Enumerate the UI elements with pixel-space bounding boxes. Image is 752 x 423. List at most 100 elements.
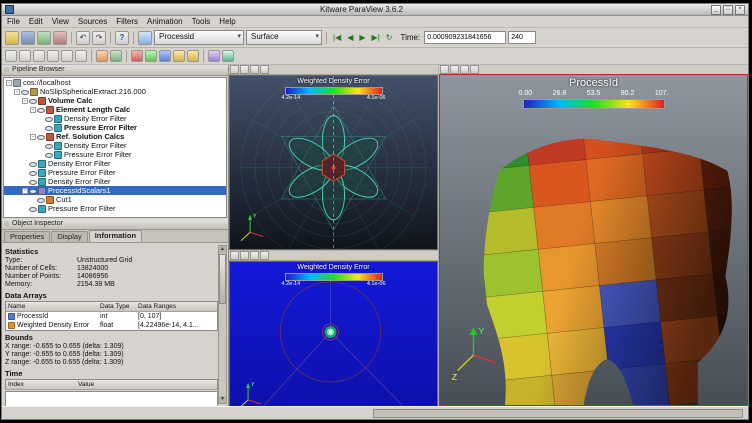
expander-icon[interactable]: - bbox=[22, 98, 28, 104]
menu-help[interactable]: Help bbox=[219, 17, 235, 27]
pipeline-item[interactable]: -NoSlipSphericalExtract.216.000 bbox=[4, 87, 226, 96]
connect-icon[interactable] bbox=[37, 31, 51, 45]
representation-combo[interactable]: Surface bbox=[246, 30, 322, 45]
time-value-input[interactable] bbox=[424, 31, 506, 44]
color-legend-processid[interactable]: ProcessId 0.00 26.8 53.5 80.2 107. bbox=[519, 77, 669, 109]
maximize-button[interactable]: □ bbox=[723, 5, 733, 15]
menu-tools[interactable]: Tools bbox=[192, 17, 211, 27]
visibility-eye-icon[interactable] bbox=[37, 197, 45, 203]
vcr-previous-frame-button[interactable]: ◀ bbox=[345, 31, 355, 45]
visibility-eye-icon[interactable] bbox=[45, 125, 53, 131]
color-legend-bottom[interactable]: Weighted Density Error 4.2e-14 4.1e-06 bbox=[282, 264, 386, 287]
pipeline-item[interactable]: Pressure Error Filter bbox=[4, 123, 226, 132]
time-table-body[interactable] bbox=[5, 391, 218, 406]
close-view-icon[interactable] bbox=[260, 251, 269, 260]
render-view-right-active[interactable]: Y Z ProcessId 0.00 26.8 53.5 80.2 107. bbox=[439, 74, 748, 406]
visibility-eye-icon[interactable] bbox=[45, 116, 53, 122]
visibility-eye-icon[interactable] bbox=[29, 179, 37, 185]
vcr-last-frame-button[interactable]: ▶| bbox=[370, 31, 382, 45]
expander-icon[interactable]: - bbox=[30, 107, 36, 113]
select-surface-cells-icon[interactable] bbox=[5, 50, 17, 62]
split-horizontal-icon[interactable] bbox=[230, 65, 239, 74]
redo-icon[interactable]: ↷ bbox=[92, 31, 106, 45]
visibility-eye-icon[interactable] bbox=[29, 206, 37, 212]
menu-filters[interactable]: Filters bbox=[116, 17, 138, 27]
split-horizontal-icon[interactable] bbox=[440, 65, 449, 74]
split-horizontal-icon[interactable] bbox=[230, 251, 239, 260]
disconnect-icon[interactable] bbox=[53, 31, 67, 45]
expander-icon[interactable]: - bbox=[6, 80, 12, 86]
split-vertical-icon[interactable] bbox=[240, 65, 249, 74]
close-view-icon[interactable] bbox=[260, 65, 269, 74]
visibility-eye-icon[interactable] bbox=[29, 170, 37, 176]
menu-view[interactable]: View bbox=[52, 17, 69, 27]
menu-sources[interactable]: Sources bbox=[78, 17, 107, 27]
split-vertical-icon[interactable] bbox=[240, 251, 249, 260]
pipeline-item[interactable]: Cut1 bbox=[4, 195, 226, 204]
info-scrollbar[interactable]: ▲ ▼ bbox=[218, 245, 227, 404]
zoom-to-data-icon[interactable] bbox=[110, 50, 122, 62]
visibility-eye-icon[interactable] bbox=[45, 143, 53, 149]
pipeline-item[interactable]: Density Error Filter bbox=[4, 141, 226, 150]
render-view-bottom[interactable]: Y Weighted Density Error 4.2e-14 4.1e-06 bbox=[229, 261, 438, 419]
visibility-eye-icon[interactable] bbox=[29, 161, 37, 167]
split-vertical-icon[interactable] bbox=[450, 65, 459, 74]
object-inspector-header[interactable]: Object Inspector bbox=[2, 219, 228, 230]
visibility-eye-icon[interactable] bbox=[29, 188, 37, 194]
visibility-eye-icon[interactable] bbox=[21, 89, 29, 95]
scroll-up-icon[interactable]: ▲ bbox=[219, 246, 226, 253]
vcr-play-button[interactable]: ▶ bbox=[357, 31, 367, 45]
pipeline-item[interactable]: -Ref. Solution Calcs bbox=[4, 132, 226, 141]
frame-spinbox[interactable] bbox=[508, 31, 536, 44]
camera-x-axis-icon[interactable] bbox=[131, 50, 143, 62]
maximize-view-icon[interactable] bbox=[250, 65, 259, 74]
pipeline-item[interactable]: Pressure Error Filter bbox=[4, 204, 226, 213]
save-icon[interactable] bbox=[21, 31, 35, 45]
vcr-first-frame-button[interactable]: |◀ bbox=[331, 31, 343, 45]
select-frustum-cells-icon[interactable] bbox=[33, 50, 45, 62]
pipeline-item[interactable]: -Element Length Calc bbox=[4, 105, 226, 114]
menu-animation[interactable]: Animation bbox=[147, 17, 183, 27]
reset-camera-icon[interactable] bbox=[96, 50, 108, 62]
close-view-icon[interactable] bbox=[470, 65, 479, 74]
pipeline-item[interactable]: Pressure Error Filter bbox=[4, 168, 226, 177]
select-surface-points-icon[interactable] bbox=[19, 50, 31, 62]
pipeline-item[interactable]: Density Error Filter bbox=[4, 114, 226, 123]
undo-icon[interactable]: ↶ bbox=[76, 31, 90, 45]
pipeline-item[interactable]: -cos://localhost bbox=[4, 78, 226, 87]
scrollbar-thumb[interactable] bbox=[219, 254, 226, 304]
visibility-eye-icon[interactable] bbox=[37, 107, 45, 113]
expander-icon[interactable]: - bbox=[22, 188, 28, 194]
visibility-eye-icon[interactable] bbox=[37, 134, 45, 140]
data-array-row[interactable]: ProcessIdint[0, 107] bbox=[6, 312, 217, 321]
rotate-90-ccw-icon[interactable] bbox=[187, 50, 199, 62]
ruler-icon[interactable] bbox=[208, 50, 220, 62]
open-file-icon[interactable] bbox=[5, 31, 19, 45]
select-block-icon[interactable] bbox=[61, 50, 73, 62]
scroll-down-icon[interactable]: ▼ bbox=[219, 396, 226, 403]
rotate-90-cw-icon[interactable] bbox=[173, 50, 185, 62]
tab-properties[interactable]: Properties bbox=[4, 231, 50, 242]
color-legend-top[interactable]: Weighted Density Error 4.2e-14 4.1e-06 bbox=[282, 78, 386, 101]
center-axes-icon[interactable] bbox=[222, 50, 234, 62]
maximize-view-icon[interactable] bbox=[460, 65, 469, 74]
menu-edit[interactable]: Edit bbox=[29, 17, 43, 27]
pipeline-browser-header[interactable]: Pipeline Browser bbox=[2, 65, 228, 76]
camera-y-axis-icon[interactable] bbox=[145, 50, 157, 62]
menu-file[interactable]: File bbox=[7, 17, 20, 27]
tab-information[interactable]: Information bbox=[89, 230, 142, 242]
data-array-row[interactable]: Weighted Density Errorfloat[4.22496e-14,… bbox=[6, 321, 217, 330]
close-button[interactable]: × bbox=[735, 5, 745, 15]
maximize-view-icon[interactable] bbox=[250, 251, 259, 260]
camera-z-axis-icon[interactable] bbox=[159, 50, 171, 62]
pipeline-item[interactable]: -Volume Calc bbox=[4, 96, 226, 105]
expander-icon[interactable]: - bbox=[14, 89, 20, 95]
expander-icon[interactable]: - bbox=[30, 134, 36, 140]
pipeline-item[interactable]: Pressure Error Filter bbox=[4, 150, 226, 159]
render-view-top[interactable]: Y Weighted Density Error 4.2e-14 4.1e-06 bbox=[229, 75, 438, 250]
color-by-combo[interactable]: Processid bbox=[154, 30, 244, 45]
pipeline-item[interactable]: Density Error Filter bbox=[4, 159, 226, 168]
minimize-button[interactable]: _ bbox=[711, 5, 721, 15]
help-icon[interactable]: ? bbox=[115, 31, 129, 45]
pipeline-item[interactable]: Density Error Filter bbox=[4, 177, 226, 186]
